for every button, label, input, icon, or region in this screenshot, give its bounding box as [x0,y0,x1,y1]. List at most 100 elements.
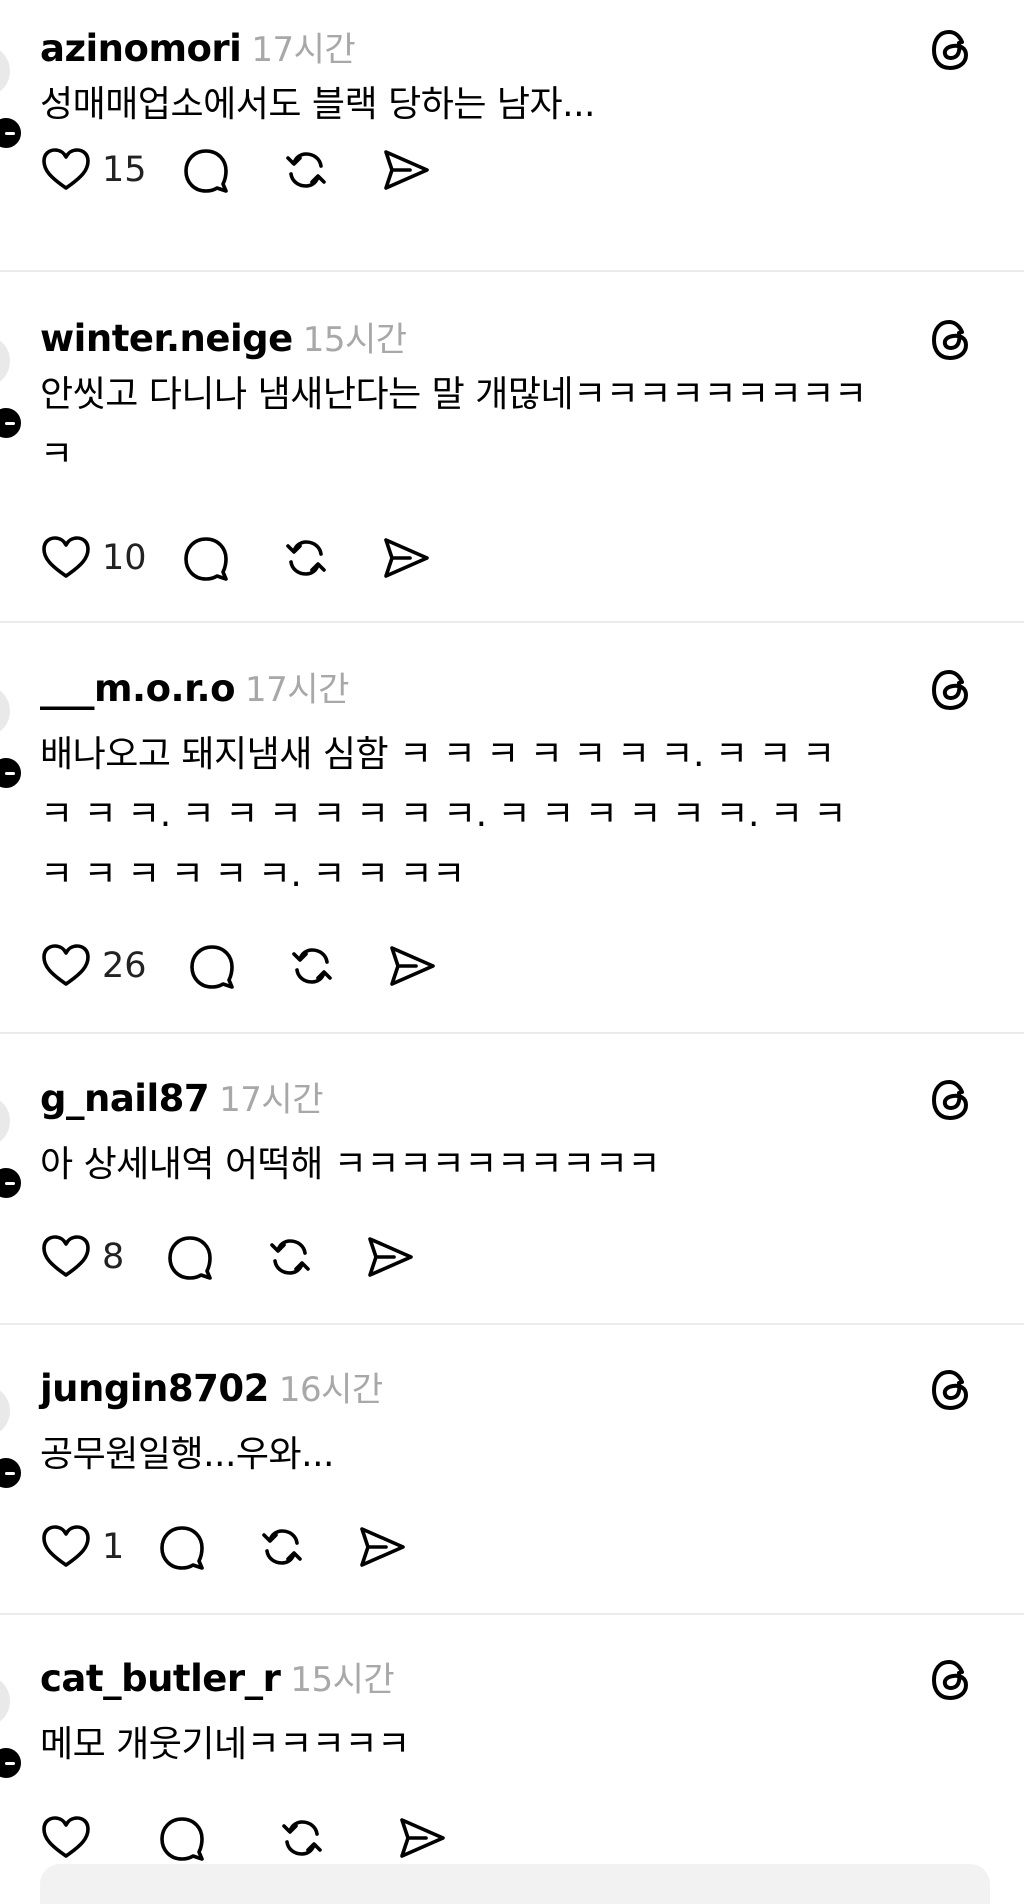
follow-plus-icon[interactable] [0,115,24,151]
threads-logo-icon[interactable] [928,26,976,74]
repost-icon [280,540,332,588]
post-text: 아 상세내역 어떡해 ㅋㅋㅋㅋㅋㅋㅋㅋㅋㅋ [40,1135,970,1195]
send-icon [356,1527,408,1577]
threads-logo-icon[interactable] [928,1366,976,1414]
post-header: azinomori 17시간 [40,22,356,70]
reply-button[interactable] [180,532,232,584]
share-button[interactable] [364,1231,416,1283]
like-button[interactable] [40,1812,92,1864]
like-button[interactable] [40,1231,92,1283]
timestamp: 16시간 [278,1370,383,1410]
username[interactable]: winter.neige [40,317,293,360]
repost-icon [286,948,338,996]
divider [0,1323,1024,1325]
like-count: 8 [102,1237,125,1277]
post-text: 성매매업소에서도 블랙 당하는 남자... [40,75,970,135]
post-text: 메모 개웃기네ㅋㅋㅋㅋㅋ [40,1715,970,1775]
follow-plus-icon[interactable] [0,405,24,441]
username[interactable]: jungin8702 [40,1367,269,1410]
repost-button[interactable] [256,1521,308,1573]
repost-icon [280,152,332,200]
send-icon [386,946,438,996]
repost-button[interactable] [286,940,338,992]
timestamp: 17시간 [245,670,349,710]
threads-logo-icon[interactable] [928,1076,976,1124]
timestamp: 15시간 [290,1660,395,1700]
repost-button[interactable] [276,1812,328,1864]
heart-icon [40,536,92,588]
post-text-line: 성매매업소에서도 블랙 당하는 남자... [40,84,595,125]
post-text-line: ㅋ ㅋ ㅋ ㅋ ㅋ ㅋ. ㅋ ㅋ ㅋㅋ [40,854,465,895]
threads-logo-icon[interactable] [928,1656,976,1704]
send-icon [380,538,432,588]
follow-plus-icon[interactable] [0,1165,24,1201]
post-text-line: ㅋ ㅋ ㅋ. ㅋ ㅋ ㅋ ㅋ ㅋ ㅋ ㅋ. ㅋ ㅋ ㅋ ㅋ ㅋ ㅋ. ㅋ ㅋ [40,794,847,835]
send-icon [380,150,432,200]
like-button[interactable] [40,144,92,196]
divider [0,621,1024,623]
avatar[interactable] [0,1675,10,1727]
repost-icon [256,1529,308,1577]
reply-button[interactable] [164,1231,216,1283]
follow-plus-icon[interactable] [0,1455,24,1491]
like-count: 10 [102,538,147,578]
username[interactable]: cat_butler_r [40,1657,281,1700]
post-header: winter.neige 15시간 [40,312,407,360]
repost-button[interactable] [264,1231,316,1283]
share-button[interactable] [356,1521,408,1573]
comment-bubble-icon [164,1236,216,1287]
share-button[interactable] [380,144,432,196]
heart-icon [40,1235,92,1287]
post-header: g_nail87 17시간 [40,1072,323,1120]
timestamp: 17시간 [251,30,356,70]
post-text-line: 공무원일행...우와... [40,1434,335,1475]
reply-button[interactable] [180,144,232,196]
username[interactable]: ___m.o.r.o [40,667,236,710]
comment-bubble-icon [186,945,238,996]
like-count: 26 [102,946,147,986]
repost-icon [264,1239,316,1287]
threads-logo-icon[interactable] [928,316,976,364]
post-text: 배나오고 돼지냄새 심함 ㅋ ㅋ ㅋ ㅋ ㅋ ㅋ ㅋ. ㅋ ㅋ ㅋㅋ ㅋ ㅋ. … [40,725,970,905]
timestamp: 17시간 [219,1080,323,1120]
repost-button[interactable] [280,144,332,196]
divider [0,1032,1024,1034]
username[interactable]: azinomori [40,27,242,70]
like-count: 15 [102,150,147,190]
reply-button[interactable] [156,1812,208,1864]
post-text-line: 안씻고 다니나 냄새난다는 말 개많네ㅋㅋㅋㅋㅋㅋㅋㅋㅋ [40,374,867,415]
follow-plus-icon[interactable] [0,1745,24,1781]
divider [0,270,1024,272]
avatar[interactable] [0,45,10,97]
like-count: 1 [102,1527,125,1567]
heart-icon [40,148,92,200]
repost-button[interactable] [280,532,332,584]
reply-button[interactable] [156,1521,208,1573]
username[interactable]: g_nail87 [40,1077,210,1120]
post-text-line: 메모 개웃기네ㅋㅋㅋㅋㅋ [40,1724,410,1765]
like-button[interactable] [40,532,92,584]
avatar[interactable] [0,685,10,737]
avatar[interactable] [0,1385,10,1437]
bottom-bar [40,1864,990,1904]
like-button[interactable] [40,1521,92,1573]
heart-icon [40,1525,92,1577]
share-button[interactable] [396,1812,448,1864]
share-button[interactable] [386,940,438,992]
follow-plus-icon[interactable] [0,755,24,791]
threads-logo-icon[interactable] [928,666,976,714]
heart-icon [40,944,92,996]
reply-button[interactable] [186,940,238,992]
post-text-line: ㅋ [40,434,73,475]
like-button[interactable] [40,940,92,992]
share-button[interactable] [380,532,432,584]
timestamp: 15시간 [302,320,407,360]
post-text: 안씻고 다니나 냄새난다는 말 개많네ㅋㅋㅋㅋㅋㅋㅋㅋㅋㅋ [40,365,970,485]
post-header: cat_butler_r 15시간 [40,1652,395,1700]
avatar[interactable] [0,335,10,387]
divider [0,1613,1024,1615]
post-header: ___m.o.r.o 17시간 [40,662,349,710]
post-text-line: 배나오고 돼지냄새 심함 ㅋ ㅋ ㅋ ㅋ ㅋ ㅋ ㅋ. ㅋ ㅋ ㅋ [40,734,835,775]
post-text: 공무원일행...우와... [40,1425,970,1485]
avatar[interactable] [0,1095,10,1147]
